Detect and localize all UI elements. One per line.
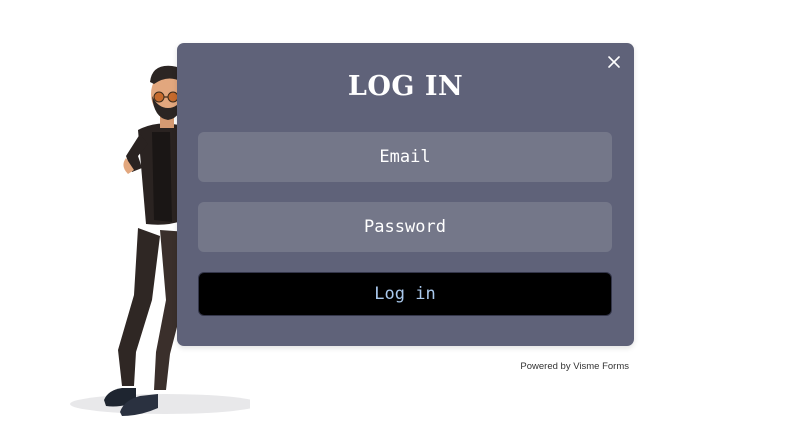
close-icon[interactable] — [606, 54, 622, 70]
powered-by-link[interactable]: Powered by Visme Forms — [520, 361, 629, 372]
password-field[interactable] — [198, 202, 612, 252]
page: LOG IN Log in Powered by Visme Forms — [0, 0, 796, 440]
form-title: LOG IN — [347, 71, 464, 102]
login-button[interactable]: Log in — [198, 272, 612, 316]
email-field[interactable] — [198, 132, 612, 182]
login-modal: LOG IN Log in — [177, 43, 634, 346]
close-button[interactable] — [606, 54, 622, 70]
